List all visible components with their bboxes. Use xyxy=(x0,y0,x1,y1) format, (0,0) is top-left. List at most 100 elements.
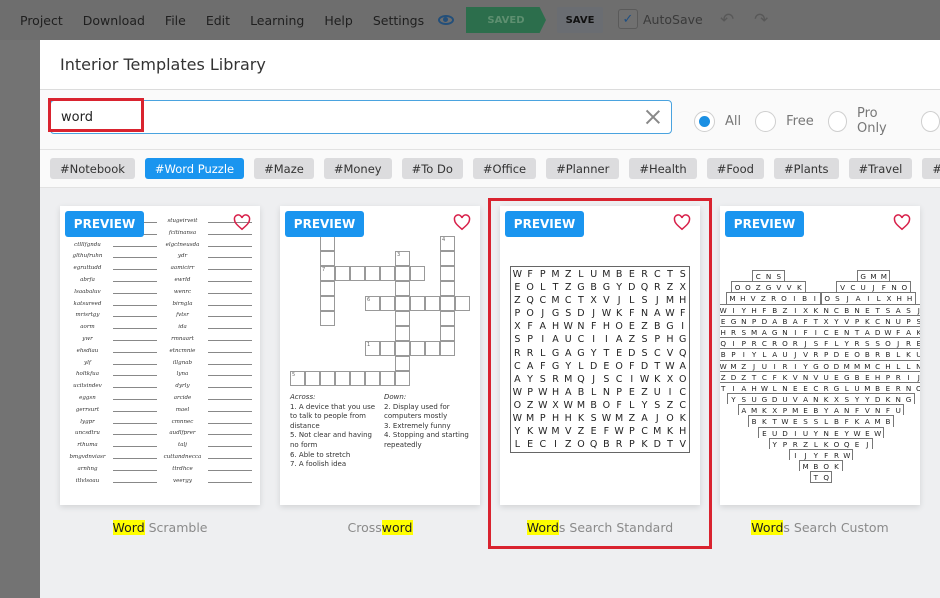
heart-icon[interactable] xyxy=(673,214,691,231)
radio-pro-only[interactable] xyxy=(827,110,847,132)
menu-learning[interactable]: Learning xyxy=(250,13,304,28)
saved-status-button[interactable]: SAVED xyxy=(466,7,546,33)
letter-cell: K xyxy=(679,413,686,425)
preview-button[interactable]: PREVIEW xyxy=(285,211,364,237)
template-title[interactable]: Words Search Custom xyxy=(720,520,920,535)
filter-pro-only[interactable]: Pro Only xyxy=(827,106,907,136)
filter-free[interactable]: Free xyxy=(755,110,814,132)
autosave-toggle[interactable]: ✓ AutoSave xyxy=(618,9,703,29)
template-thumbnail[interactable]: PREVIEW WFPMZLUMBERCTSEOLTZGBGYDQRZXZQCM… xyxy=(500,206,700,505)
crossword-cell xyxy=(365,266,380,281)
menu-help[interactable]: Help xyxy=(324,13,353,28)
letter-cell: T xyxy=(667,269,673,280)
title-rest: Scramble xyxy=(144,520,208,535)
tag-money[interactable]: #Money xyxy=(323,158,392,179)
letter-cell: M xyxy=(653,426,662,438)
tag-planner[interactable]: #Planner xyxy=(546,158,620,179)
radio-all[interactable] xyxy=(694,110,715,132)
letter-cell: U xyxy=(916,350,920,360)
letter-cell: F xyxy=(603,426,610,438)
template-thumbnail[interactable]: PREVIEW CNSGMMOOZGVVKVCUJFNOMHVZROIBIOSJ… xyxy=(720,206,920,505)
menu-project[interactable]: Project xyxy=(20,13,63,28)
letter-cell: E xyxy=(616,347,623,359)
tag-to-do[interactable]: #To Do xyxy=(401,158,463,179)
preview-button[interactable]: PREVIEW xyxy=(505,211,584,237)
letter-cell: I xyxy=(592,334,596,346)
menu-download[interactable]: Download xyxy=(83,13,145,28)
template-thumbnail[interactable]: PREVIEW stugeirveittqdngfcitinansactlllf… xyxy=(60,206,260,505)
letter-cell: W xyxy=(781,417,789,427)
filter-all[interactable]: All xyxy=(694,110,741,132)
save-button[interactable]: SAVE xyxy=(557,7,603,33)
letter-cell: X xyxy=(803,305,809,315)
menu-file[interactable]: File xyxy=(165,13,186,28)
letter-cell: J xyxy=(917,372,920,382)
scramble-row: arnhng ttrdhce xyxy=(64,466,254,472)
template-title[interactable]: Word Scramble xyxy=(60,520,260,535)
eye-icon[interactable] xyxy=(438,15,455,25)
heart-icon[interactable] xyxy=(233,214,251,231)
heart-icon[interactable] xyxy=(893,214,911,231)
tag-maze[interactable]: #Maze xyxy=(254,158,314,179)
letter-cell: I xyxy=(732,383,735,393)
tag-health[interactable]: #Health xyxy=(629,158,697,179)
scramble-row: egruttudd aamicirr xyxy=(64,265,254,271)
title-rest: s Search Standard xyxy=(558,520,674,535)
radio-free[interactable] xyxy=(755,110,777,132)
tag-plants[interactable]: #Plants xyxy=(773,158,839,179)
search-box[interactable] xyxy=(50,100,672,134)
letter-cell: R xyxy=(771,294,777,304)
letter-cell: F xyxy=(803,327,808,337)
menu-settings[interactable]: Settings xyxy=(373,13,424,28)
heart-grid-segment: BKTWESSLBFKAMB xyxy=(747,415,895,427)
letter-cell: X xyxy=(590,295,597,307)
tag-word-puzzle[interactable]: #Word Puzzle xyxy=(144,158,245,179)
letter-cell: B xyxy=(833,417,839,427)
heart-grid-row: EGNPDABAFTXYVPKCNUPS xyxy=(720,314,920,326)
template-title[interactable]: Words Search Standard xyxy=(500,520,700,535)
clear-search-icon[interactable] xyxy=(645,109,661,125)
crossword-cell xyxy=(410,341,425,356)
letter-cell: M xyxy=(750,327,758,337)
preview-button[interactable]: PREVIEW xyxy=(725,211,804,237)
letter-cell: L xyxy=(578,360,584,372)
template-title[interactable]: Crossword xyxy=(280,520,480,535)
letter-cell: U xyxy=(802,428,809,438)
across-clues: Across: 1. A device that you use to talk… xyxy=(290,393,378,470)
scrambled-word: elgctneusda xyxy=(165,241,200,248)
search-input[interactable] xyxy=(51,109,611,125)
undo-icon[interactable]: ↶ xyxy=(720,10,734,30)
letter-cell: G xyxy=(813,361,819,371)
letter-cell: U xyxy=(782,350,788,360)
letter-cell: O xyxy=(823,361,829,371)
letter-cell: B xyxy=(844,305,850,315)
radio-more[interactable] xyxy=(920,110,940,132)
letter-cell: Q xyxy=(678,347,687,359)
tag-food[interactable]: #Food xyxy=(706,158,764,179)
letter-cell: I xyxy=(814,327,817,337)
redo-icon[interactable]: ↷ xyxy=(754,10,768,30)
autosave-checkbox[interactable]: ✓ xyxy=(618,9,638,29)
heart-icon[interactable] xyxy=(453,214,471,231)
letter-cell: A xyxy=(654,308,661,320)
filter-pro-only-label: Pro Only xyxy=(856,106,887,136)
scrambled-word: ucitsindev xyxy=(73,383,102,390)
letter-cell: U xyxy=(761,361,767,371)
letter-cell: O xyxy=(915,383,920,393)
preview-button[interactable]: PREVIEW xyxy=(65,211,144,237)
tag-office[interactable]: #Office xyxy=(472,158,537,179)
letter-cell: S xyxy=(844,395,850,405)
tag-travel[interactable]: #Travel xyxy=(848,158,913,179)
scrambled-word: cuttandnecca xyxy=(163,454,202,460)
letter-cell: M xyxy=(525,413,535,425)
letter-cell: I xyxy=(773,361,776,371)
menu-edit[interactable]: Edit xyxy=(206,13,230,28)
tag-notebook[interactable]: #Notebook xyxy=(50,158,135,179)
template-thumbnail[interactable]: PREVIEW 7 3 4 6 1 5 Across: 1. A device that … xyxy=(280,206,480,505)
letter-cell: F xyxy=(896,327,901,337)
letter-cell: G xyxy=(551,360,560,372)
letter-cell: C xyxy=(761,339,767,349)
tag-sport[interactable]: #Sport xyxy=(922,158,940,179)
scrambled-word: dyrly xyxy=(175,383,190,390)
letter-cell: W xyxy=(639,373,650,385)
